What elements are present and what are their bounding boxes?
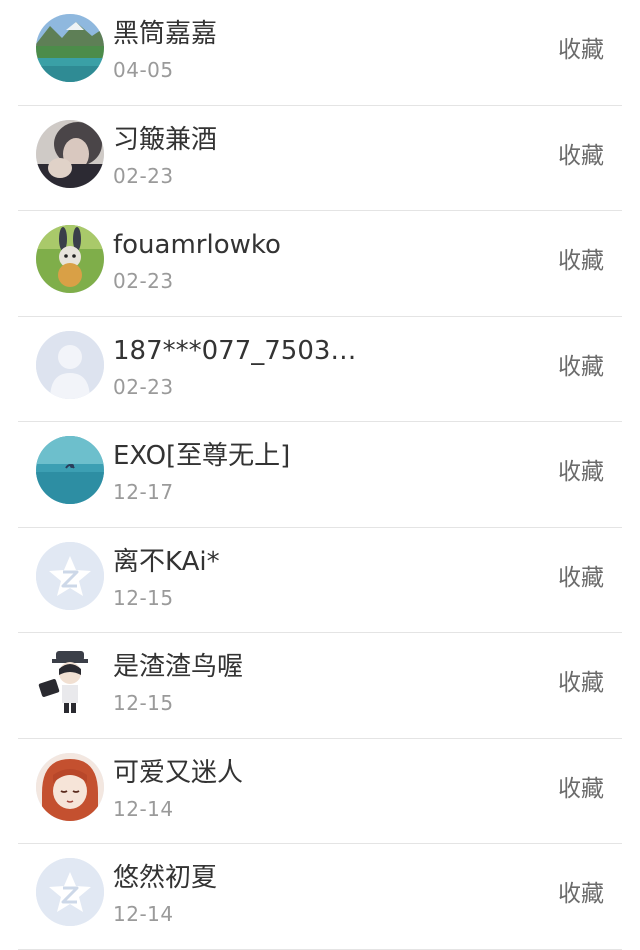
visit-date: 12-14 [113,902,174,926]
default-star-avatar-icon [36,858,104,926]
favorite-button[interactable]: 收藏 [558,456,604,488]
list-item[interactable]: 悠然初夏 12-14 收藏 [0,844,640,950]
user-name: 习簸兼酒 [113,124,218,155]
visitor-list: 黑筒嘉嘉 04-05 收藏 习簸兼酒 02-23 收藏 fouamrlowko … [0,0,640,950]
visit-date: 02-23 [113,163,174,188]
list-item[interactable]: 黑筒嘉嘉 04-05 收藏 [0,0,640,106]
user-name: 离不KAi* [113,546,220,577]
visit-date: 12-17 [113,480,174,504]
anime-girl-avatar-image [36,752,104,821]
visit-date: 02-23 [113,269,174,293]
default-star-avatar-icon [36,541,104,610]
list-item[interactable]: 习簸兼酒 02-23 收藏 [0,106,640,212]
list-item[interactable]: 187***077_7503… 02-23 收藏 [0,317,640,423]
visit-date: 12-15 [113,691,174,715]
avatar[interactable] [36,14,104,82]
list-item[interactable]: fouamrlowko 02-23 收藏 [0,211,640,317]
ocean-avatar-image [36,436,104,504]
user-name: 悠然初夏 [113,863,218,893]
user-name: fouamrlowko [113,230,281,260]
person-photo-avatar-image [36,119,104,188]
cartoon-character-avatar-image [38,651,88,713]
default-person-avatar-icon [36,330,104,399]
favorite-button[interactable]: 收藏 [558,667,604,699]
avatar[interactable] [36,858,104,926]
user-name: EXO[至尊无上] [113,441,291,471]
favorite-button[interactable]: 收藏 [558,562,604,594]
user-name: 可爱又迷人 [113,757,244,788]
user-name: 是渣渣鸟喔 [113,652,244,682]
avatar[interactable] [36,647,104,715]
favorite-button[interactable]: 收藏 [558,245,604,277]
favorite-button[interactable]: 收藏 [558,878,604,910]
avatar[interactable] [36,436,104,504]
visit-date: 04-05 [113,58,174,82]
list-item[interactable]: 离不KAi* 12-15 收藏 [0,528,640,634]
landscape-avatar-image [36,14,104,82]
avatar[interactable] [36,225,104,293]
bunny-doll-avatar-image [36,225,104,293]
visit-date: 12-15 [113,585,174,610]
favorite-button[interactable]: 收藏 [558,351,604,383]
list-item[interactable]: EXO[至尊无上] 12-17 收藏 [0,422,640,528]
list-item[interactable]: 是渣渣鸟喔 12-15 收藏 [0,633,640,739]
user-name: 黑筒嘉嘉 [113,19,218,49]
visit-date: 12-14 [113,796,174,821]
list-item[interactable]: 可爱又迷人 12-14 收藏 [0,739,640,845]
avatar[interactable] [36,541,104,610]
visit-date: 02-23 [113,374,174,399]
favorite-button[interactable]: 收藏 [558,140,604,172]
avatar[interactable] [36,330,104,399]
avatar[interactable] [36,119,104,188]
favorite-button[interactable]: 收藏 [558,773,604,805]
favorite-button[interactable]: 收藏 [558,34,604,66]
avatar[interactable] [36,752,104,821]
user-name: 187***077_7503… [113,335,357,366]
